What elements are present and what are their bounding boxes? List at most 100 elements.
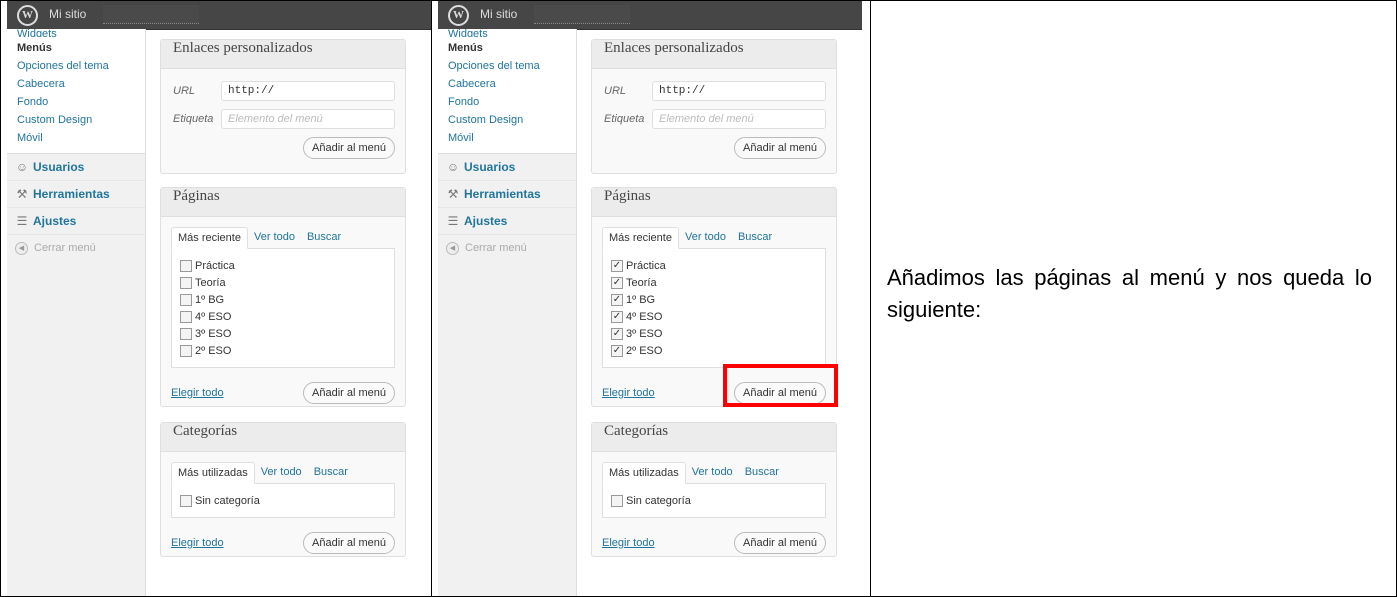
add-to-menu-button[interactable]: Añadir al menú xyxy=(303,382,395,404)
submenu-item[interactable]: Custom Design xyxy=(17,111,145,129)
sidebar-item-usuarios[interactable]: ☺ Usuarios xyxy=(7,154,145,181)
sidebar-item-ajustes[interactable]: ☰ Ajustes xyxy=(7,208,145,235)
checkbox-checked[interactable]: ✓ xyxy=(611,293,623,306)
category-checkbox-row[interactable]: Sin categoría xyxy=(180,492,386,509)
submenu-item[interactable]: Custom Design xyxy=(448,111,576,129)
page-checkbox-row[interactable]: 1º BG xyxy=(180,291,386,308)
url-row: URL http:// xyxy=(604,81,826,101)
url-row: URL http:// xyxy=(173,81,395,101)
site-name-link[interactable]: Mi sitio xyxy=(49,7,86,21)
tab-2[interactable]: Buscar xyxy=(732,227,778,249)
tab-2[interactable]: Buscar xyxy=(308,462,354,484)
checkbox-checked[interactable]: ✓ xyxy=(611,344,623,357)
add-to-menu-button[interactable]: Añadir al menú xyxy=(303,137,395,159)
select-all-link[interactable]: Elegir todo xyxy=(602,387,655,399)
admin-bar-field[interactable] xyxy=(534,5,630,24)
panel-body: URL http:// Etiqueta Elemento del menú Añadi… xyxy=(592,69,836,167)
page-label: 3º ESO xyxy=(626,327,663,340)
submenu-item[interactable]: Cabecera xyxy=(17,75,145,93)
page-checkbox-row[interactable]: Teoría xyxy=(180,274,386,291)
page-checkbox-row[interactable]: Práctica xyxy=(180,257,386,274)
add-to-menu-button[interactable]: Añadir al menú xyxy=(734,532,826,554)
url-input[interactable]: http:// xyxy=(652,81,826,101)
select-all-link[interactable]: Elegir todo xyxy=(171,537,224,549)
checkbox[interactable] xyxy=(180,310,192,323)
checkbox[interactable] xyxy=(180,494,192,507)
submenu-item[interactable]: Opciones del tema xyxy=(17,57,145,75)
categories-tabs: Más utilizadas Ver todo Buscar xyxy=(602,462,826,484)
page-checkbox-row[interactable]: 2º ESO xyxy=(180,342,386,359)
page-label: 1º BG xyxy=(626,293,656,306)
checkbox[interactable] xyxy=(180,344,192,357)
custom-links-panel: Enlaces personalizados URL http:// Etiqueta… xyxy=(160,39,406,174)
submenu-item-widgets[interactable]: Widgets xyxy=(17,29,145,37)
sidebar-item-herramientas[interactable]: ⚒ Herramientas xyxy=(7,181,145,208)
add-to-menu-button[interactable]: Añadir al menú xyxy=(303,532,395,554)
collapse-menu-button[interactable]: ◀ Cerrar menú xyxy=(438,235,576,261)
tab-0[interactable]: Más reciente xyxy=(171,227,248,249)
submenu-item-widgets[interactable]: Widgets xyxy=(448,29,576,37)
page-checkbox-row[interactable]: ✓ 4º ESO xyxy=(611,308,817,325)
caption-text: Añadimos las páginas al menú y nos queda… xyxy=(887,265,1372,322)
checkbox[interactable] xyxy=(180,293,192,306)
checkbox-checked[interactable]: ✓ xyxy=(611,276,623,289)
checkbox-checked[interactable]: ✓ xyxy=(611,327,623,340)
tab-2[interactable]: Buscar xyxy=(739,462,785,484)
submenu-item[interactable]: Móvil xyxy=(17,129,145,147)
wordpress-logo-icon[interactable]: W xyxy=(448,5,469,26)
page-label: 2º ESO xyxy=(195,344,232,357)
page-label: Práctica xyxy=(195,259,235,272)
checkbox-checked[interactable]: ✓ xyxy=(611,259,623,272)
page-checkbox-row[interactable]: ✓ 3º ESO xyxy=(611,325,817,342)
submenu-item[interactable]: Opciones del tema xyxy=(448,57,576,75)
sidebar-item-usuarios[interactable]: ☺ Usuarios xyxy=(438,154,576,181)
tab-0[interactable]: Más reciente xyxy=(602,227,679,249)
page-checkbox-row[interactable]: 3º ESO xyxy=(180,325,386,342)
tab-0[interactable]: Más utilizadas xyxy=(602,462,686,484)
sidebar-item-herramientas[interactable]: ⚒ Herramientas xyxy=(438,181,576,208)
menu-item-label-input[interactable]: Elemento del menú xyxy=(221,109,395,129)
page-label: 4º ESO xyxy=(626,310,663,323)
tab-2[interactable]: Buscar xyxy=(301,227,347,249)
menu-item-label-input[interactable]: Elemento del menú xyxy=(652,109,826,129)
page-checkbox-row[interactable]: ✓ 2º ESO xyxy=(611,342,817,359)
checkbox[interactable] xyxy=(180,276,192,289)
tab-1[interactable]: Ver todo xyxy=(255,462,308,484)
submenu-item[interactable]: Menús xyxy=(17,39,145,57)
button-row: Añadir al menú xyxy=(171,137,395,159)
submenu-item[interactable]: Cabecera xyxy=(448,75,576,93)
checkbox[interactable] xyxy=(611,494,623,507)
page-checkbox-row[interactable]: 4º ESO xyxy=(180,308,386,325)
tab-1[interactable]: Ver todo xyxy=(679,227,732,249)
wordpress-logo-icon[interactable]: W xyxy=(17,5,38,26)
submenu-item[interactable]: Fondo xyxy=(17,93,145,111)
page-checkbox-row[interactable]: ✓ Teoría xyxy=(611,274,817,291)
sidebar-item-ajustes[interactable]: ☰ Ajustes xyxy=(438,208,576,235)
tab-0[interactable]: Más utilizadas xyxy=(171,462,255,484)
checkbox[interactable] xyxy=(180,259,192,272)
site-name-link[interactable]: Mi sitio xyxy=(480,7,517,21)
submenu-item[interactable]: Menús xyxy=(448,39,576,57)
sidebar-item-label: Usuarios xyxy=(464,160,516,174)
checkbox-checked[interactable]: ✓ xyxy=(611,310,623,323)
collapse-menu-button[interactable]: ◀ Cerrar menú xyxy=(7,235,145,261)
admin-sidebar: Widgets Menús Opciones del tema Cabecera Fon… xyxy=(438,29,577,596)
pages-tabs: Más reciente Ver todo Buscar xyxy=(171,227,395,249)
collapse-arrow-icon: ◀ xyxy=(446,241,459,255)
admin-bar-field[interactable] xyxy=(103,5,199,24)
url-input[interactable]: http:// xyxy=(221,81,395,101)
select-all-link[interactable]: Elegir todo xyxy=(171,387,224,399)
category-label: Sin categoría xyxy=(195,494,260,507)
submenu-item[interactable]: Fondo xyxy=(448,93,576,111)
page-checkbox-row[interactable]: ✓ Práctica xyxy=(611,257,817,274)
tab-1[interactable]: Ver todo xyxy=(686,462,739,484)
select-all-link[interactable]: Elegir todo xyxy=(602,537,655,549)
admin-bar: W Mi sitio xyxy=(7,1,431,30)
add-to-menu-button[interactable]: Añadir al menú xyxy=(734,137,826,159)
tab-1[interactable]: Ver todo xyxy=(248,227,301,249)
sidebar-item-label: Herramientas xyxy=(33,187,110,201)
category-checkbox-row[interactable]: Sin categoría xyxy=(611,492,817,509)
page-checkbox-row[interactable]: ✓ 1º BG xyxy=(611,291,817,308)
submenu-item[interactable]: Móvil xyxy=(448,129,576,147)
checkbox[interactable] xyxy=(180,327,192,340)
